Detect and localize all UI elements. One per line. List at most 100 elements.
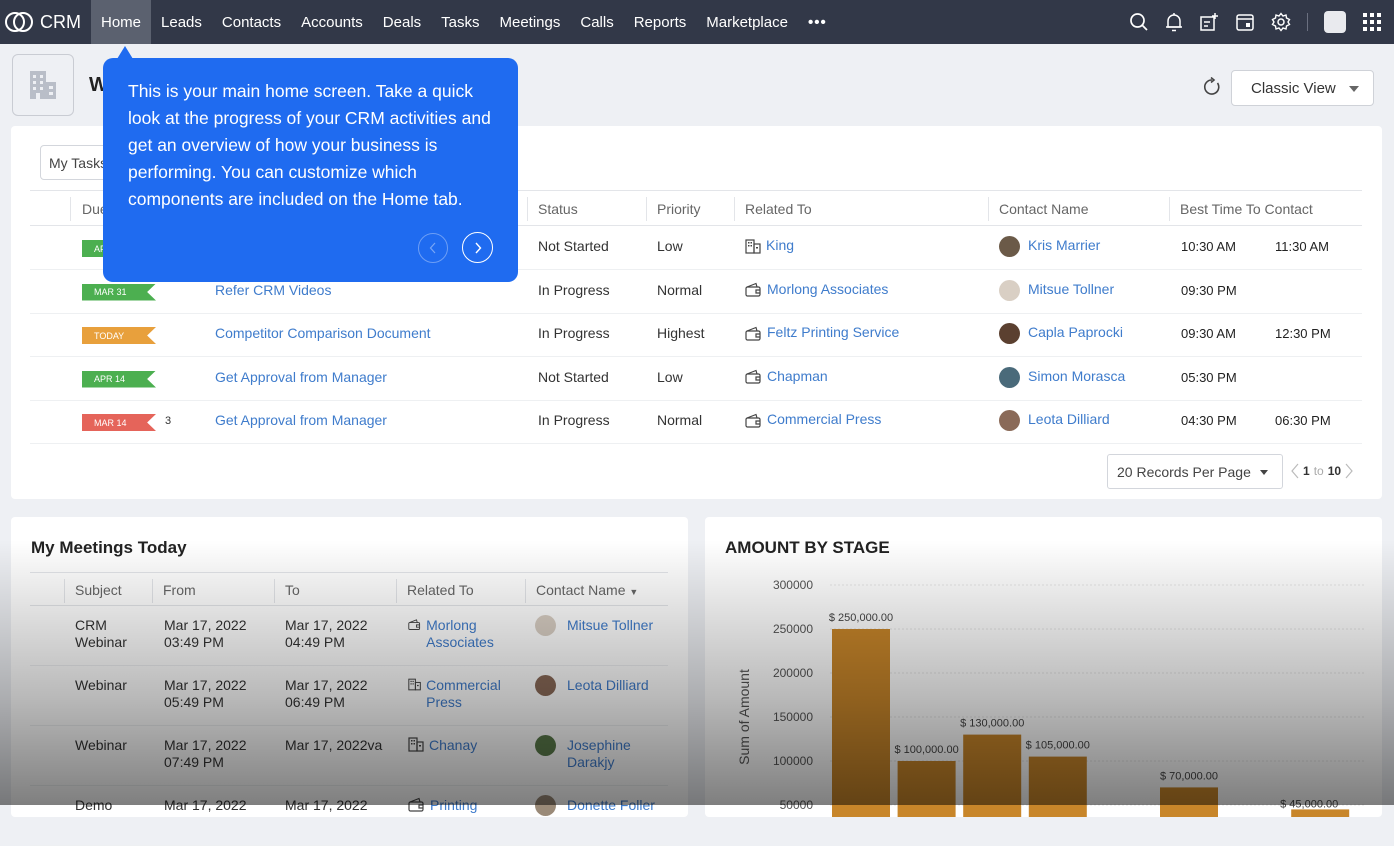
bar[interactable] [1160,787,1218,817]
gear-icon[interactable] [1271,12,1291,32]
y-tick-label: 150000 [773,710,813,724]
brand-logo[interactable]: CRM [0,0,91,44]
add-note-icon[interactable] [1199,12,1219,32]
tooltip-next-button[interactable] [462,232,493,263]
column-from[interactable]: From [163,582,196,598]
due-date-badge: APR 14 [82,370,156,388]
nav-more-button[interactable]: ••• [798,0,837,44]
meeting-row[interactable]: CRM Webinar Mar 17, 2022 03:49 PM Mar 17, … [30,606,668,666]
bar-value-label: $ 105,000.00 [1026,740,1090,752]
refresh-icon[interactable] [1202,77,1222,97]
main-nav: Home Leads Contacts Accounts Deals Tasks… [91,0,837,44]
nav-marketplace[interactable]: Marketplace [696,0,798,44]
nav-tasks[interactable]: Tasks [431,0,489,44]
contact-name-link[interactable]: Kris Marrier [1028,237,1100,253]
bar[interactable] [832,629,890,817]
contact-avatar [535,735,556,756]
task-row[interactable]: APR 14 Get Approval from Manager Not Start… [30,357,1362,401]
calendar-icon[interactable] [1235,12,1255,32]
meeting-subject-link[interactable]: Webinar [75,737,145,754]
nav-meetings[interactable]: Meetings [490,0,571,44]
related-to-link[interactable]: Morlong Associates [426,617,520,651]
chevron-left-icon[interactable] [1291,463,1299,479]
nav-deals[interactable]: Deals [373,0,431,44]
column-to[interactable]: To [285,582,300,598]
column-separator [70,197,71,221]
column-related-to[interactable]: Related To [745,201,812,217]
related-to-link[interactable]: Chanay [429,737,477,754]
column-contact-name[interactable]: Contact Name [999,201,1088,217]
column-best-time[interactable]: Best Time To Contact [1180,201,1313,217]
related-to-link[interactable]: Printing [430,797,477,814]
bell-icon[interactable] [1165,12,1183,32]
meeting-row[interactable]: Demo Mar 17, 2022 Mar 17, 2022 Printing Done… [30,786,668,846]
related-to-link[interactable]: King [766,237,794,253]
contact-name-link[interactable]: Capla Paprocki [1028,324,1123,340]
task-related-to: King [745,237,794,254]
y-tick-label: 100000 [773,754,813,768]
y-tick-label: 300000 [773,578,813,592]
related-to-link[interactable]: Commercial Press [426,677,520,711]
chevron-right-icon[interactable] [1345,463,1353,479]
records-per-page-dropdown[interactable]: 20 Records Per Page [1107,454,1283,489]
task-subject-link[interactable]: Competitor Comparison Document [215,325,431,341]
contact-name-link[interactable]: Josephine Darakjy [567,737,670,771]
records-per-page-value: 20 Records Per Page [1117,463,1251,480]
task-subject-link[interactable]: Get Approval from Manager [215,369,387,385]
bar[interactable] [1028,756,1087,817]
related-to-link[interactable]: Commercial Press [767,411,881,427]
nav-home[interactable]: Home [91,0,152,44]
nav-calls[interactable]: Calls [570,0,623,44]
view-select-dropdown[interactable]: Classic View [1231,70,1374,106]
contact-name-link[interactable]: Simon Morasca [1028,368,1125,384]
deal-wallet-icon [745,369,761,384]
meeting-row[interactable]: Webinar Mar 17, 2022 07:49 PM Mar 17, 2022… [30,726,668,786]
apps-grid-icon[interactable] [1362,12,1382,32]
y-axis-label: Sum of Amount [736,669,752,765]
meeting-to: Mar 17, 2022 [285,797,368,813]
due-date-badge: TODAY [82,327,156,344]
related-to-link[interactable]: Morlong Associates [767,281,888,297]
contact-name-link[interactable]: Leota Dilliard [567,677,649,694]
meeting-row[interactable]: Webinar Mar 17, 2022 05:49 PM Mar 17, 2022… [30,666,668,726]
nav-reports[interactable]: Reports [624,0,697,44]
meeting-subject-link[interactable]: Demo [75,797,145,814]
meeting-to: Mar 17, 2022 04:49 PM [285,617,368,650]
nav-contacts[interactable]: Contacts [212,0,291,44]
column-related-to[interactable]: Related To [407,582,474,598]
deal-wallet-icon [745,282,761,297]
contact-avatar [999,279,1020,301]
nav-leads[interactable]: Leads [151,0,212,44]
contact-name-link[interactable]: Mitsue Tollner [567,617,653,634]
best-time-to: 11:30 AM [1275,239,1329,254]
task-subject-link[interactable]: Get Approval from Manager [215,412,387,428]
column-separator [527,197,528,221]
tooltip-prev-button[interactable] [418,233,448,263]
meeting-subject-link[interactable]: CRM Webinar [75,617,145,651]
column-status[interactable]: Status [538,201,578,217]
best-time-from: 09:30 AM [1181,326,1236,341]
bar[interactable] [897,761,956,817]
nav-accounts[interactable]: Accounts [291,0,373,44]
column-contact-name[interactable]: Contact Name ▼ [536,582,638,598]
task-row[interactable]: TODAY Competitor Comparison Document In Pr… [30,313,1362,357]
task-subject-link[interactable]: Refer CRM Videos [215,282,331,298]
contact-name-link[interactable]: Mitsue Tollner [1028,281,1114,297]
column-priority[interactable]: Priority [657,201,701,217]
contact-name-link[interactable]: Leota Dilliard [1028,411,1110,427]
meeting-subject-link[interactable]: Webinar [75,677,145,694]
meeting-to: Mar 17, 2022 06:49 PM [285,677,368,710]
task-row[interactable]: MAR 14 3 Get Approval from Manager In Progr… [30,400,1362,444]
task-related-to: Chapman [745,368,828,385]
sort-down-icon: ▼ [629,587,639,597]
top-navigation-bar: CRM Home Leads Contacts Accounts Deals T… [0,0,1394,44]
related-to-link[interactable]: Feltz Printing Service [767,324,899,340]
toolbar-divider [1307,13,1308,31]
contact-name-link[interactable]: Donette Foller [567,797,655,814]
bar[interactable] [1291,809,1350,817]
related-to-link[interactable]: Chapman [767,368,828,384]
organization-icon[interactable] [12,54,74,116]
user-avatar[interactable] [1324,11,1346,33]
column-subject[interactable]: Subject [75,582,122,598]
search-icon[interactable] [1129,12,1149,32]
